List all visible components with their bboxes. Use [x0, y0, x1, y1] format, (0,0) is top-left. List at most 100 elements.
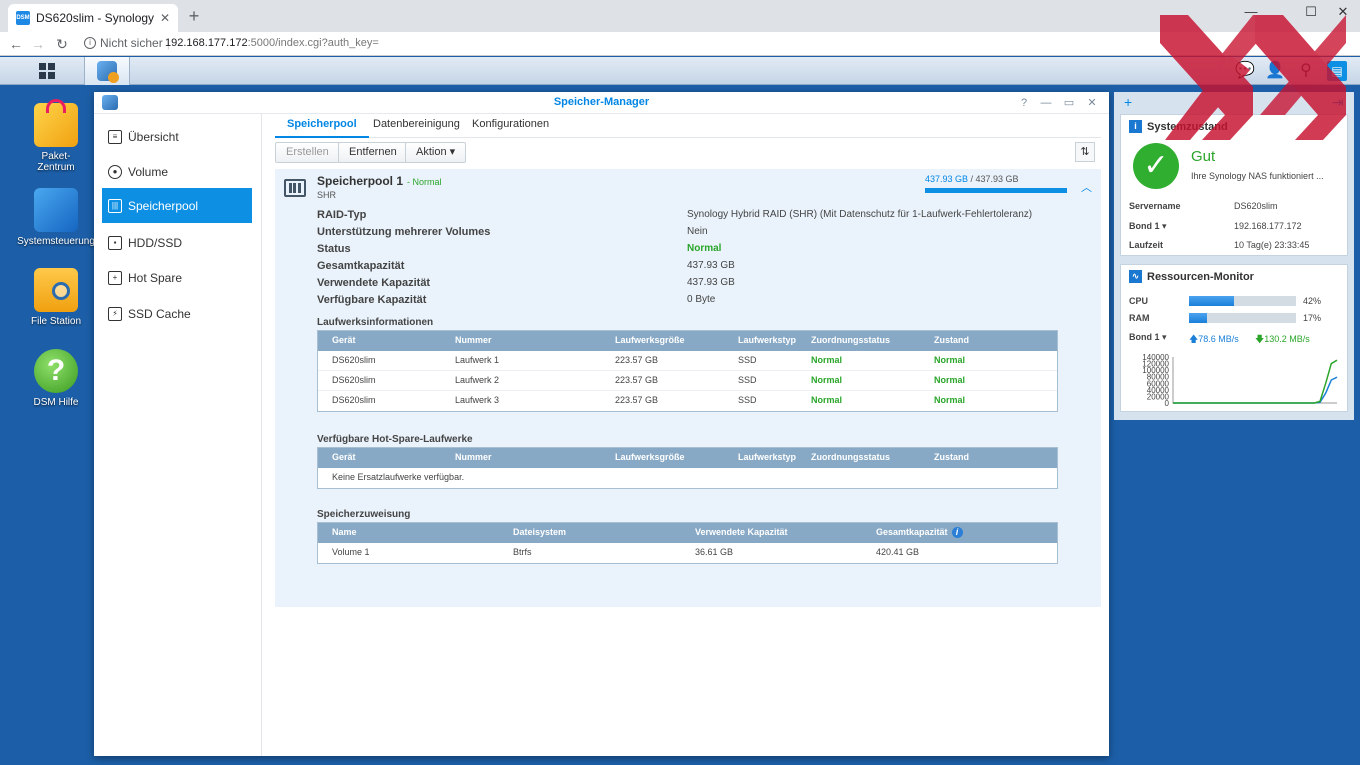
help-icon[interactable]: ?	[1016, 95, 1032, 111]
desktop-icon-dsm-help[interactable]: ? DSM Hilfe	[16, 349, 96, 408]
minimize-icon[interactable]: —	[1038, 95, 1054, 111]
desktop-icon-control-panel[interactable]: Systemsteuerung	[16, 188, 96, 247]
column-header[interactable]: Laufwerkstyp	[738, 452, 796, 462]
package-center-icon	[34, 99, 78, 147]
allocation-section-title: Speicherzuweisung	[317, 509, 411, 520]
pool-capacity-used: 437.93 GB	[925, 174, 969, 184]
prop-value: Nein	[687, 226, 708, 237]
toolbar: Erstellen Entfernen Aktion ▾ ⇅	[275, 142, 1101, 166]
column-header[interactable]: Nummer	[455, 335, 492, 345]
bond-selector[interactable]: Bond 1 ▾	[1129, 221, 1167, 232]
url-host: 192.168.177.172	[165, 37, 248, 49]
browser-tab[interactable]: DSM DS620slim - Synology NAS ✕	[8, 4, 178, 32]
address-bar: ← → ↻ i Nicht sicher | 192.168.177.172:5…	[0, 32, 1360, 56]
maximize-icon[interactable]: ▭	[1061, 95, 1077, 111]
download-rate: 130.2 MB/s	[1264, 334, 1310, 344]
browser-tab-bar: DSM DS620slim - Synology NAS ✕ + — ☐ ✕	[0, 0, 1360, 32]
health-status: Gut	[1191, 148, 1216, 165]
cell: Volume 1	[332, 547, 370, 557]
tab-configurations[interactable]: Konfigurationen	[460, 118, 561, 138]
column-header[interactable]: Gerät	[332, 335, 356, 345]
sidebar-item-label: Volume	[128, 164, 169, 179]
column-header[interactable]: Gerät	[332, 452, 356, 462]
tab-close-icon[interactable]: ✕	[160, 11, 170, 25]
remove-button[interactable]: Entfernen	[338, 142, 408, 163]
table-row[interactable]: DS620slim Laufwerk 3 223.57 GB SSD Norma…	[318, 391, 1057, 411]
widget-title: ∿ Ressourcen-Monitor	[1129, 270, 1254, 283]
pool-capacity-total: / 437.93 GB	[968, 174, 1019, 184]
column-header[interactable]: Laufwerksgröße	[615, 452, 685, 462]
column-header[interactable]: Laufwerkstyp	[738, 335, 796, 345]
window-title: Speicher-Manager	[553, 96, 650, 108]
desktop-icon-label: File Station	[30, 316, 82, 327]
table-row[interactable]: DS620slim Laufwerk 2 223.57 GB SSD Norma…	[318, 371, 1057, 391]
sidebar-item-overview[interactable]: ≡ Übersicht	[102, 119, 252, 154]
cpu-bar-fill	[1189, 296, 1234, 306]
url-path: :5000/index.cgi?auth_key=	[247, 37, 379, 49]
taskbar-storage-manager-button[interactable]	[84, 57, 130, 85]
desktop-icon-package-center[interactable]: Paket- Zentrum	[16, 99, 96, 173]
chart-axis	[1172, 357, 1337, 404]
sidebar-item-ssd-cache[interactable]: ⚡ SSD Cache	[102, 296, 252, 331]
prop-label: Verfügbare Kapazität	[317, 294, 427, 306]
new-tab-icon[interactable]: +	[184, 6, 204, 26]
column-header[interactable]: Dateisystem	[513, 527, 566, 537]
close-icon[interactable]: ✕	[1084, 95, 1100, 111]
column-header[interactable]: Gesamtkapazität i	[876, 527, 963, 538]
action-button[interactable]: Aktion ▾	[405, 142, 467, 163]
main-menu-button[interactable]	[24, 57, 70, 85]
cell: Normal	[811, 395, 843, 405]
empty-message: Keine Ersatzlaufwerke verfügbar.	[332, 472, 465, 482]
column-header[interactable]: Name	[332, 527, 357, 537]
help-icon: ?	[34, 349, 78, 393]
tab-data-scrubbing[interactable]: Datenbereinigung	[361, 118, 472, 138]
prop-value: Synology Hybrid RAID (SHR) (Mit Datensch…	[687, 209, 1033, 220]
column-header[interactable]: Zuordnungsstatus	[811, 335, 890, 345]
reload-icon[interactable]: ↻	[52, 34, 72, 54]
column-header[interactable]: Zustand	[934, 335, 969, 345]
collapse-chevron-icon[interactable]: ︿	[1081, 179, 1092, 195]
forward-icon[interactable]: →	[28, 34, 48, 54]
storage-manager-window: Speicher-Manager ? — ▭ ✕ ≡ Übersicht ● Vol…	[94, 92, 1109, 756]
security-indicator[interactable]: i Nicht sicher |	[84, 36, 170, 50]
storage-pool-icon: |||	[108, 198, 122, 213]
url-field[interactable]: 192.168.177.172:5000/index.cgi?auth_key=	[165, 37, 379, 49]
network-download: 🡇130.2 MB/s	[1255, 332, 1310, 348]
desktop-icon-file-station[interactable]: File Station	[16, 268, 96, 327]
table-row[interactable]: DS620slim Laufwerk 1 223.57 GB SSD Norma…	[318, 351, 1057, 371]
cpu-label: CPU	[1129, 296, 1149, 306]
upload-arrow-icon: 🡅	[1189, 334, 1199, 344]
cpu-bar	[1189, 296, 1296, 306]
column-header[interactable]: Zuordnungsstatus	[811, 452, 890, 462]
column-header[interactable]: Nummer	[455, 452, 492, 462]
pool-status: - Normal	[407, 177, 442, 187]
sidebar-item-hot-spare[interactable]: + Hot Spare	[102, 260, 252, 295]
info-icon[interactable]: i	[951, 527, 963, 538]
table-row[interactable]: Volume 1 Btrfs 36.61 GB 420.41 GB	[318, 543, 1057, 563]
cell: Normal	[934, 375, 966, 385]
health-row-value: 10 Tag(e) 23:33:45	[1234, 240, 1310, 250]
create-button[interactable]: Erstellen	[275, 142, 340, 163]
prop-value-status: Normal	[687, 243, 722, 254]
back-icon[interactable]: ←	[6, 34, 26, 54]
table-header: Gerät Nummer Laufwerksgröße Laufwerkstyp…	[318, 448, 1057, 468]
browser-tab-title: DS620slim - Synology NAS	[36, 11, 154, 25]
tab-storage-pool[interactable]: Speicherpool	[275, 118, 369, 138]
sort-icon[interactable]: ⇅	[1075, 142, 1095, 162]
network-selector[interactable]: Bond 1 ▾	[1129, 332, 1167, 343]
window-titlebar[interactable]: Speicher-Manager ? — ▭ ✕	[94, 92, 1109, 114]
column-header[interactable]: Verwendete Kapazität	[695, 527, 788, 537]
check-icon: ✓	[1133, 143, 1179, 189]
sidebar-item-label: SSD Cache	[128, 306, 191, 321]
control-panel-icon	[34, 188, 78, 232]
sidebar-item-hdd-ssd[interactable]: ▪ HDD/SSD	[102, 225, 252, 260]
cell: Btrfs	[513, 547, 532, 557]
sidebar-item-volume[interactable]: ● Volume	[102, 154, 252, 189]
storage-manager-icon	[97, 61, 119, 83]
column-header[interactable]: Zustand	[934, 452, 969, 462]
add-widget-icon[interactable]: +	[1124, 94, 1132, 110]
column-header[interactable]: Laufwerksgröße	[615, 335, 685, 345]
cell: 420.41 GB	[876, 547, 920, 557]
sidebar-item-storage-pool[interactable]: ||| Speicherpool	[102, 188, 252, 223]
prop-label: Unterstützung mehrerer Volumes	[317, 226, 491, 238]
